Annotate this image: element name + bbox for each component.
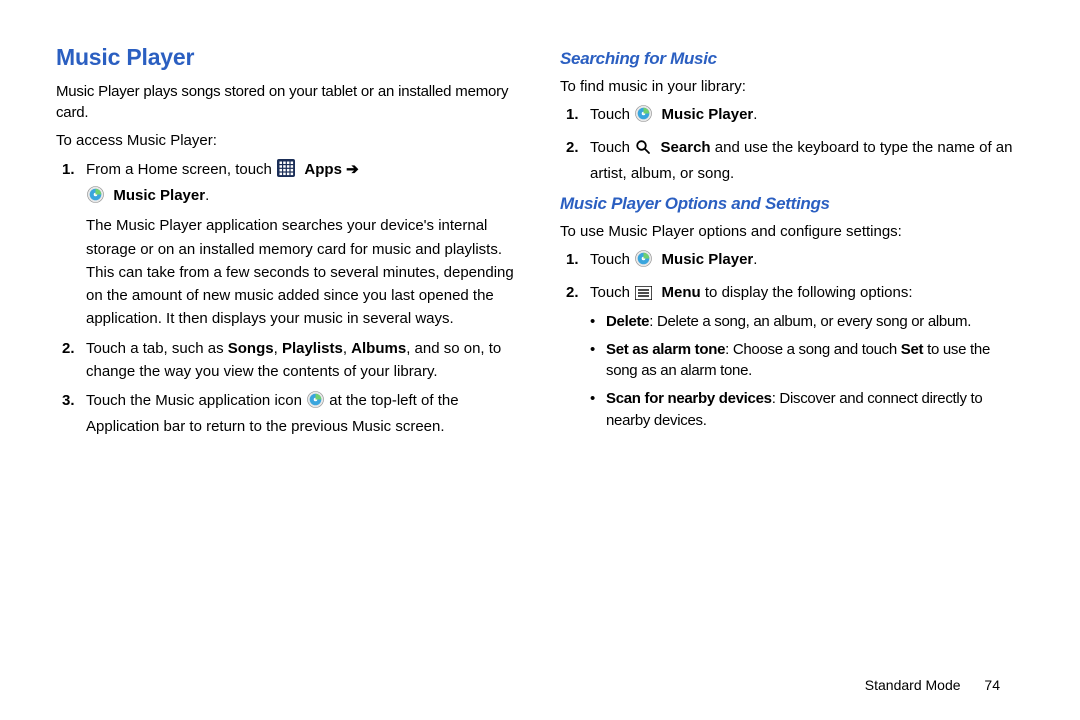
set-label: Set	[901, 341, 923, 358]
songs-label: Songs	[228, 340, 274, 357]
options-bullets: • Delete: Delete a song, an album, or ev…	[590, 311, 1024, 432]
list-item: 3. Touch the Music application icon at t…	[56, 389, 520, 439]
music-player-icon	[635, 105, 652, 129]
menu-label: Menu	[657, 284, 700, 301]
step-number: 1.	[560, 248, 590, 274]
intro-paragraph: Music Player plays songs stored on your …	[56, 81, 520, 125]
page-title: Music Player	[56, 40, 520, 75]
step-content: Touch a tab, such as Songs, Playlists, A…	[86, 337, 520, 384]
text: and use the keyboard to type the name of…	[590, 139, 1012, 182]
text: Touch a tab, such as	[86, 340, 228, 357]
list-item: 2. Touch Search and use the keyboard to …	[560, 136, 1024, 186]
text: Touch	[590, 139, 634, 156]
text: .	[205, 187, 209, 204]
text: From a Home screen, touch	[86, 161, 276, 178]
text: Menu	[662, 284, 701, 301]
menu-icon	[635, 284, 652, 307]
apps-label: Apps	[300, 161, 342, 178]
step-number: 2.	[560, 281, 590, 438]
list-item: 2. Touch Menu to display the following o…	[560, 281, 1024, 438]
access-lead: To access Music Player:	[56, 130, 520, 152]
text: : Choose a song and touch	[725, 341, 901, 358]
delete-label: Delete	[606, 313, 649, 330]
searching-heading: Searching for Music	[560, 46, 1024, 72]
list-item: • Delete: Delete a song, an album, or ev…	[590, 311, 1024, 333]
step-content: Touch Search and use the keyboard to typ…	[590, 136, 1024, 186]
text: ,	[343, 340, 351, 357]
step-number: 3.	[56, 389, 86, 439]
text: Touch	[590, 284, 634, 301]
list-item: 1. Touch Music Player.	[560, 248, 1024, 274]
text: Search	[661, 139, 711, 156]
albums-label: Albums	[351, 340, 406, 357]
music-player-label: Music Player	[109, 187, 205, 204]
text: Music Player	[662, 251, 754, 268]
text: Apps	[304, 161, 342, 178]
bullet-icon: •	[590, 388, 606, 432]
text: to display the following options:	[701, 284, 913, 301]
list-item: • Scan for nearby devices: Discover and …	[590, 388, 1024, 432]
two-column-layout: Music Player Music Player plays songs st…	[56, 40, 1024, 445]
apps-grid-icon	[277, 159, 295, 184]
music-player-label: Music Player	[657, 106, 753, 123]
access-steps-list: 1. From a Home screen, touch	[56, 158, 520, 439]
text: Touch	[590, 251, 634, 268]
playlists-label: Playlists	[282, 340, 343, 357]
music-player-icon	[635, 250, 652, 274]
right-column: Searching for Music To find music in you…	[560, 40, 1024, 445]
music-player-icon	[307, 391, 324, 415]
step-number: 1.	[560, 103, 590, 129]
list-item: • Set as alarm tone: Choose a song and t…	[590, 339, 1024, 383]
page-footer: Standard Mode 74	[865, 675, 1000, 696]
list-item: 2. Touch a tab, such as Songs, Playlists…	[56, 337, 520, 384]
arrow: ➔	[346, 161, 359, 178]
set-alarm-label: Set as alarm tone	[606, 341, 725, 358]
text: ,	[274, 340, 282, 357]
bullet-icon: •	[590, 311, 606, 333]
step-content: Touch Music Player.	[590, 103, 1024, 129]
text: .	[753, 106, 757, 123]
page-number: 74	[984, 677, 1000, 693]
search-label: Search	[656, 139, 710, 156]
step-number: 2.	[560, 136, 590, 186]
step-content: Touch Menu to display the following opti…	[590, 281, 1024, 438]
list-item: 1. Touch Music Player.	[560, 103, 1024, 129]
step1-desc: The Music Player application searches yo…	[86, 217, 514, 327]
text: .	[753, 251, 757, 268]
text: Music Player	[662, 106, 754, 123]
bullet-content: Set as alarm tone: Choose a song and tou…	[606, 339, 1024, 383]
step-content: Touch Music Player.	[590, 248, 1024, 274]
text: Touch	[590, 106, 634, 123]
left-column: Music Player Music Player plays songs st…	[56, 40, 520, 445]
music-player-label: Music Player	[657, 251, 753, 268]
music-player-icon	[87, 186, 104, 210]
text: : Delete a song, an album, or every song…	[649, 313, 971, 330]
list-item: 1. From a Home screen, touch	[56, 158, 520, 331]
step-number: 1.	[56, 158, 86, 331]
text: Touch the Music application icon	[86, 392, 306, 409]
bullet-content: Scan for nearby devices: Discover and co…	[606, 388, 1024, 432]
options-steps-list: 1. Touch Music Player. 2.	[560, 248, 1024, 437]
search-icon	[635, 139, 651, 162]
step-content: Touch the Music application icon at the …	[86, 389, 520, 439]
options-intro: To use Music Player options and configur…	[560, 221, 1024, 243]
bullet-icon: •	[590, 339, 606, 383]
scan-label: Scan for nearby devices	[606, 390, 772, 407]
options-heading: Music Player Options and Settings	[560, 191, 1024, 217]
step-number: 2.	[56, 337, 86, 384]
step-content: From a Home screen, touch A	[86, 158, 520, 331]
search-intro: To find music in your library:	[560, 76, 1024, 98]
text: Music Player	[113, 187, 205, 204]
search-steps-list: 1. Touch Music Player. 2.	[560, 103, 1024, 185]
footer-mode: Standard Mode	[865, 677, 961, 693]
bullet-content: Delete: Delete a song, an album, or ever…	[606, 311, 971, 333]
